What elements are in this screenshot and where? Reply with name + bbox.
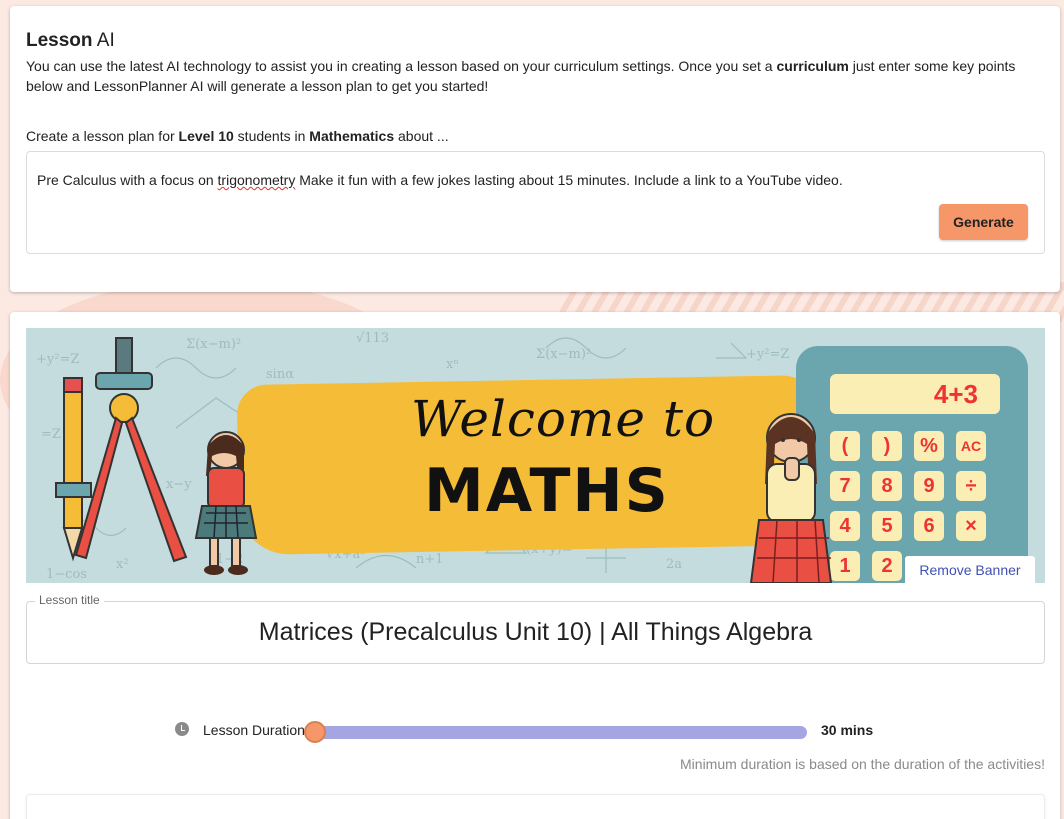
lesson-prompt-text: Pre Calculus with a focus on trigonometr… [37, 172, 843, 188]
calc-key: 9 [914, 471, 944, 501]
calc-key: AC [956, 431, 986, 461]
minimum-duration-note: Minimum duration is based on the duratio… [680, 756, 1045, 772]
calculator-display: 4+3 [830, 374, 1000, 414]
lesson-duration-row: Lesson Duration 30 mins [175, 718, 895, 743]
svg-text:Σ(x−m)²: Σ(x−m)² [536, 347, 591, 362]
lesson-ai-title: Lesson AI [26, 30, 115, 51]
next-section-card [26, 794, 1045, 819]
remove-banner-button[interactable]: Remove Banner [905, 556, 1035, 583]
svg-text:+y²=Z: +y²=Z [746, 347, 789, 362]
lesson-ai-prompt: Create a lesson plan for Level 10 studen… [26, 128, 449, 144]
girl-illustration-left [194, 431, 258, 575]
lesson-card: Σ(x−m)² sinα √113 xⁿ Σ(x−m)² +y²=Z +y²=Z… [10, 312, 1060, 819]
lesson-duration-slider-thumb[interactable] [304, 721, 326, 743]
lesson-title-field[interactable]: Lesson title Matrices (Precalculus Unit … [26, 593, 1045, 664]
generate-button[interactable]: Generate [939, 204, 1028, 240]
calc-key: ) [872, 431, 902, 461]
svg-text:sinα: sinα [266, 367, 294, 382]
lesson-banner: Σ(x−m)² sinα √113 xⁿ Σ(x−m)² +y²=Z +y²=Z… [26, 328, 1045, 583]
svg-text:xⁿ: xⁿ [446, 357, 459, 372]
lesson-duration-slider-track[interactable] [317, 726, 807, 739]
banner-welcome-text: Welcome to [411, 390, 716, 448]
calc-key: % [914, 431, 944, 461]
lesson-title-label: Lesson title [35, 593, 104, 607]
banner-maths-text: MATHS [424, 456, 670, 526]
clock-icon [175, 722, 189, 736]
lesson-duration-value: 30 mins [821, 722, 874, 738]
calc-key: × [956, 511, 986, 541]
lesson-duration-label: Lesson Duration [203, 722, 305, 738]
svg-text:n+1: n+1 [416, 552, 444, 567]
calc-key: 6 [914, 511, 944, 541]
calc-key: 8 [872, 471, 902, 501]
lesson-ai-card: Lesson AI You can use the latest AI tech… [10, 6, 1060, 292]
calc-key: 2 [872, 551, 902, 581]
svg-text:2a: 2a [666, 557, 682, 572]
lesson-title-value: Matrices (Precalculus Unit 10) | All Thi… [258, 618, 813, 646]
lesson-ai-description: You can use the latest AI technology to … [26, 58, 1016, 94]
lesson-prompt-input[interactable]: Pre Calculus with a focus on trigonometr… [26, 151, 1045, 254]
svg-text:√113: √113 [356, 331, 389, 346]
girl-illustration-right [749, 413, 833, 583]
calc-key: ÷ [956, 471, 986, 501]
calc-key: 5 [872, 511, 902, 541]
